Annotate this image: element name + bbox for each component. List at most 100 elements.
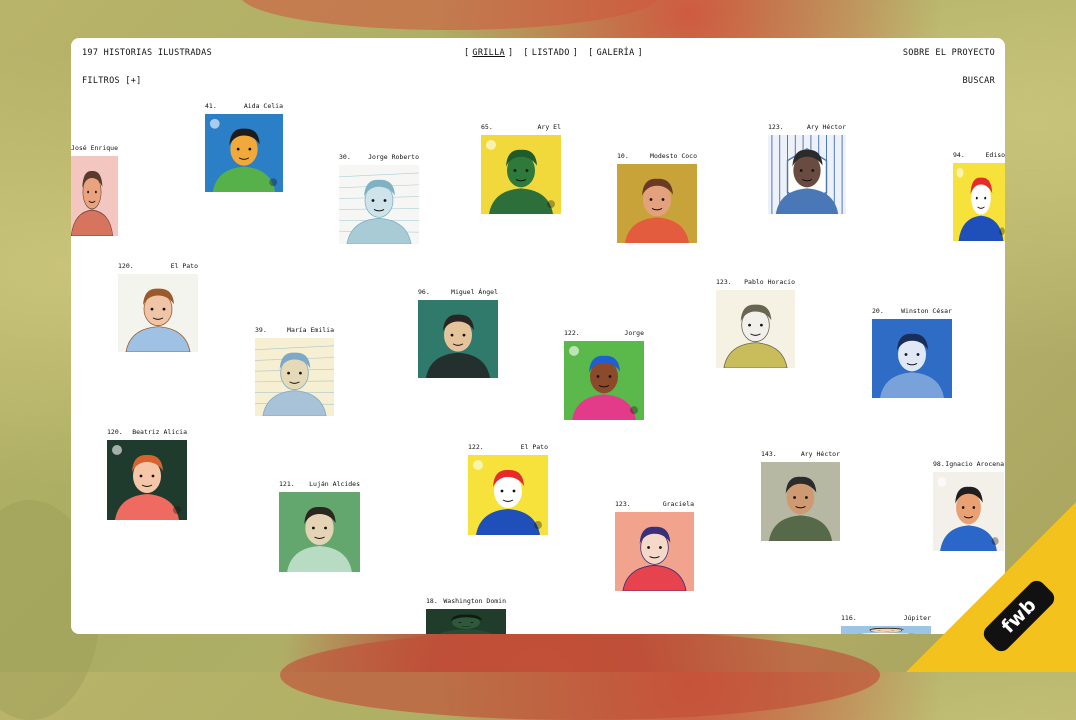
- story-card[interactable]: 122.El Pato: [468, 455, 548, 535]
- story-portrait[interactable]: [617, 164, 697, 243]
- story-count: 197 HISTORIAS ILUSTRADAS: [82, 48, 212, 58]
- story-portrait[interactable]: [481, 135, 561, 214]
- story-name[interactable]: El Pato: [521, 443, 548, 451]
- story-meta: José Enrique: [71, 144, 118, 152]
- paint-streak-red: [240, 0, 660, 30]
- story-number: 30.: [339, 153, 351, 161]
- story-meta: 65. Ary El: [481, 123, 561, 131]
- paint-streak-red-bottom: [280, 630, 880, 720]
- story-card[interactable]: 96.Miguel Ángel: [418, 300, 498, 378]
- story-portrait[interactable]: [615, 512, 694, 591]
- story-number: 120.: [118, 262, 134, 270]
- story-number: 121.: [279, 480, 295, 488]
- story-name[interactable]: José Enrique: [71, 144, 118, 152]
- story-card[interactable]: 65.Ary El: [481, 135, 561, 214]
- story-card[interactable]: 143.Ary Héctor: [761, 462, 840, 541]
- story-meta: 18. Washington Domin: [426, 597, 506, 605]
- story-name[interactable]: Pablo Horacio: [744, 278, 795, 286]
- story-meta: 10. Modesto Coco: [617, 152, 697, 160]
- tab-gallery[interactable]: [GALERÍA]: [588, 48, 643, 58]
- story-number: 41.: [205, 102, 217, 110]
- story-number: 65.: [481, 123, 493, 131]
- story-card[interactable]: 121.Luján Alcides: [279, 492, 360, 572]
- story-name[interactable]: Edison: [986, 151, 1005, 159]
- story-meta: 96. Miguel Ángel: [418, 288, 498, 296]
- story-number: 143.: [761, 450, 777, 458]
- story-name[interactable]: Modesto Coco: [650, 152, 697, 160]
- story-meta: 143. Ary Héctor: [761, 450, 840, 458]
- story-number: 123.: [716, 278, 732, 286]
- story-portrait[interactable]: [339, 165, 419, 244]
- story-number: 120.: [107, 428, 123, 436]
- story-card[interactable]: 123.Graciela: [615, 512, 694, 591]
- story-number: 122.: [468, 443, 484, 451]
- story-card[interactable]: 120.Beatriz Alicia: [107, 440, 187, 520]
- story-card[interactable]: 120.El Pato: [118, 274, 198, 352]
- tab-list[interactable]: [LISTADO]: [523, 48, 578, 58]
- story-number: 122.: [564, 329, 580, 337]
- story-portrait[interactable]: [564, 341, 644, 420]
- story-number: 123.: [768, 123, 784, 131]
- story-card[interactable]: 20.Winston César: [872, 319, 952, 398]
- story-name[interactable]: Miguel Ángel: [451, 288, 498, 296]
- story-meta: 39. María Emilia: [255, 326, 334, 334]
- story-card[interactable]: 30.Jorge Roberto: [339, 165, 419, 244]
- story-meta: 94. Edison: [953, 151, 1005, 159]
- story-name[interactable]: Ary Héctor: [807, 123, 846, 131]
- story-card[interactable]: José Enrique: [71, 156, 118, 236]
- story-name[interactable]: Jorge Roberto: [368, 153, 419, 161]
- story-meta: 122. El Pato: [468, 443, 548, 451]
- story-number: 96.: [418, 288, 430, 296]
- story-name[interactable]: Luján Alcides: [309, 480, 360, 488]
- story-portrait[interactable]: [418, 300, 498, 378]
- story-name[interactable]: Ary Héctor: [801, 450, 840, 458]
- story-number: 10.: [617, 152, 629, 160]
- story-portrait[interactable]: [255, 338, 334, 416]
- story-portrait[interactable]: [953, 163, 1005, 241]
- story-portrait[interactable]: [71, 156, 118, 236]
- story-meta: 123. Ary Héctor: [768, 123, 846, 131]
- filters-toggle[interactable]: FILTROS [+]: [82, 76, 142, 86]
- story-meta: 20. Winston César: [872, 307, 952, 315]
- story-meta: 30. Jorge Roberto: [339, 153, 419, 161]
- story-name[interactable]: Aida Celia: [244, 102, 283, 110]
- story-card[interactable]: 18.Washington Domin: [426, 609, 506, 634]
- story-card[interactable]: 122.Jorge: [564, 341, 644, 420]
- story-name[interactable]: Winston César: [901, 307, 952, 315]
- story-meta: 123. Graciela: [615, 500, 694, 508]
- story-meta: 41. Aida Celia: [205, 102, 283, 110]
- story-name[interactable]: Jorge: [624, 329, 644, 337]
- story-card[interactable]: 39.María Emilia: [255, 338, 334, 416]
- story-card[interactable]: 123.Ary Héctor: [768, 135, 846, 214]
- story-number: 18.: [426, 597, 438, 605]
- story-portrait[interactable]: [426, 609, 506, 634]
- fwb-badge: fwb: [846, 442, 1076, 672]
- story-number: 94.: [953, 151, 965, 159]
- story-portrait[interactable]: [468, 455, 548, 535]
- story-card[interactable]: 10.Modesto Coco: [617, 164, 697, 243]
- story-name[interactable]: El Pato: [171, 262, 198, 270]
- story-portrait[interactable]: [761, 462, 840, 541]
- story-portrait[interactable]: [118, 274, 198, 352]
- story-name[interactable]: Beatriz Alicia: [132, 428, 187, 436]
- story-name[interactable]: María Emilia: [287, 326, 334, 334]
- story-meta: 122. Jorge: [564, 329, 644, 337]
- story-portrait[interactable]: [107, 440, 187, 520]
- story-number: 20.: [872, 307, 884, 315]
- story-number: 39.: [255, 326, 267, 334]
- story-name[interactable]: Washington Domin: [443, 597, 506, 605]
- story-name[interactable]: Graciela: [663, 500, 694, 508]
- about-link[interactable]: SOBRE EL PROYECTO: [903, 48, 995, 58]
- story-card[interactable]: 123.Pablo Horacio: [716, 290, 795, 368]
- story-card[interactable]: 94.Edison: [953, 163, 1005, 241]
- story-portrait[interactable]: [279, 492, 360, 572]
- tab-grid[interactable]: [GRILLA]: [464, 48, 513, 58]
- story-number: 123.: [615, 500, 631, 508]
- story-portrait[interactable]: [768, 135, 846, 214]
- story-name[interactable]: Ary El: [538, 123, 561, 131]
- search-button[interactable]: BUSCAR: [962, 76, 995, 86]
- story-portrait[interactable]: [205, 114, 283, 192]
- story-portrait[interactable]: [872, 319, 952, 398]
- story-card[interactable]: 41.Aida Celia: [205, 114, 283, 192]
- story-portrait[interactable]: [716, 290, 795, 368]
